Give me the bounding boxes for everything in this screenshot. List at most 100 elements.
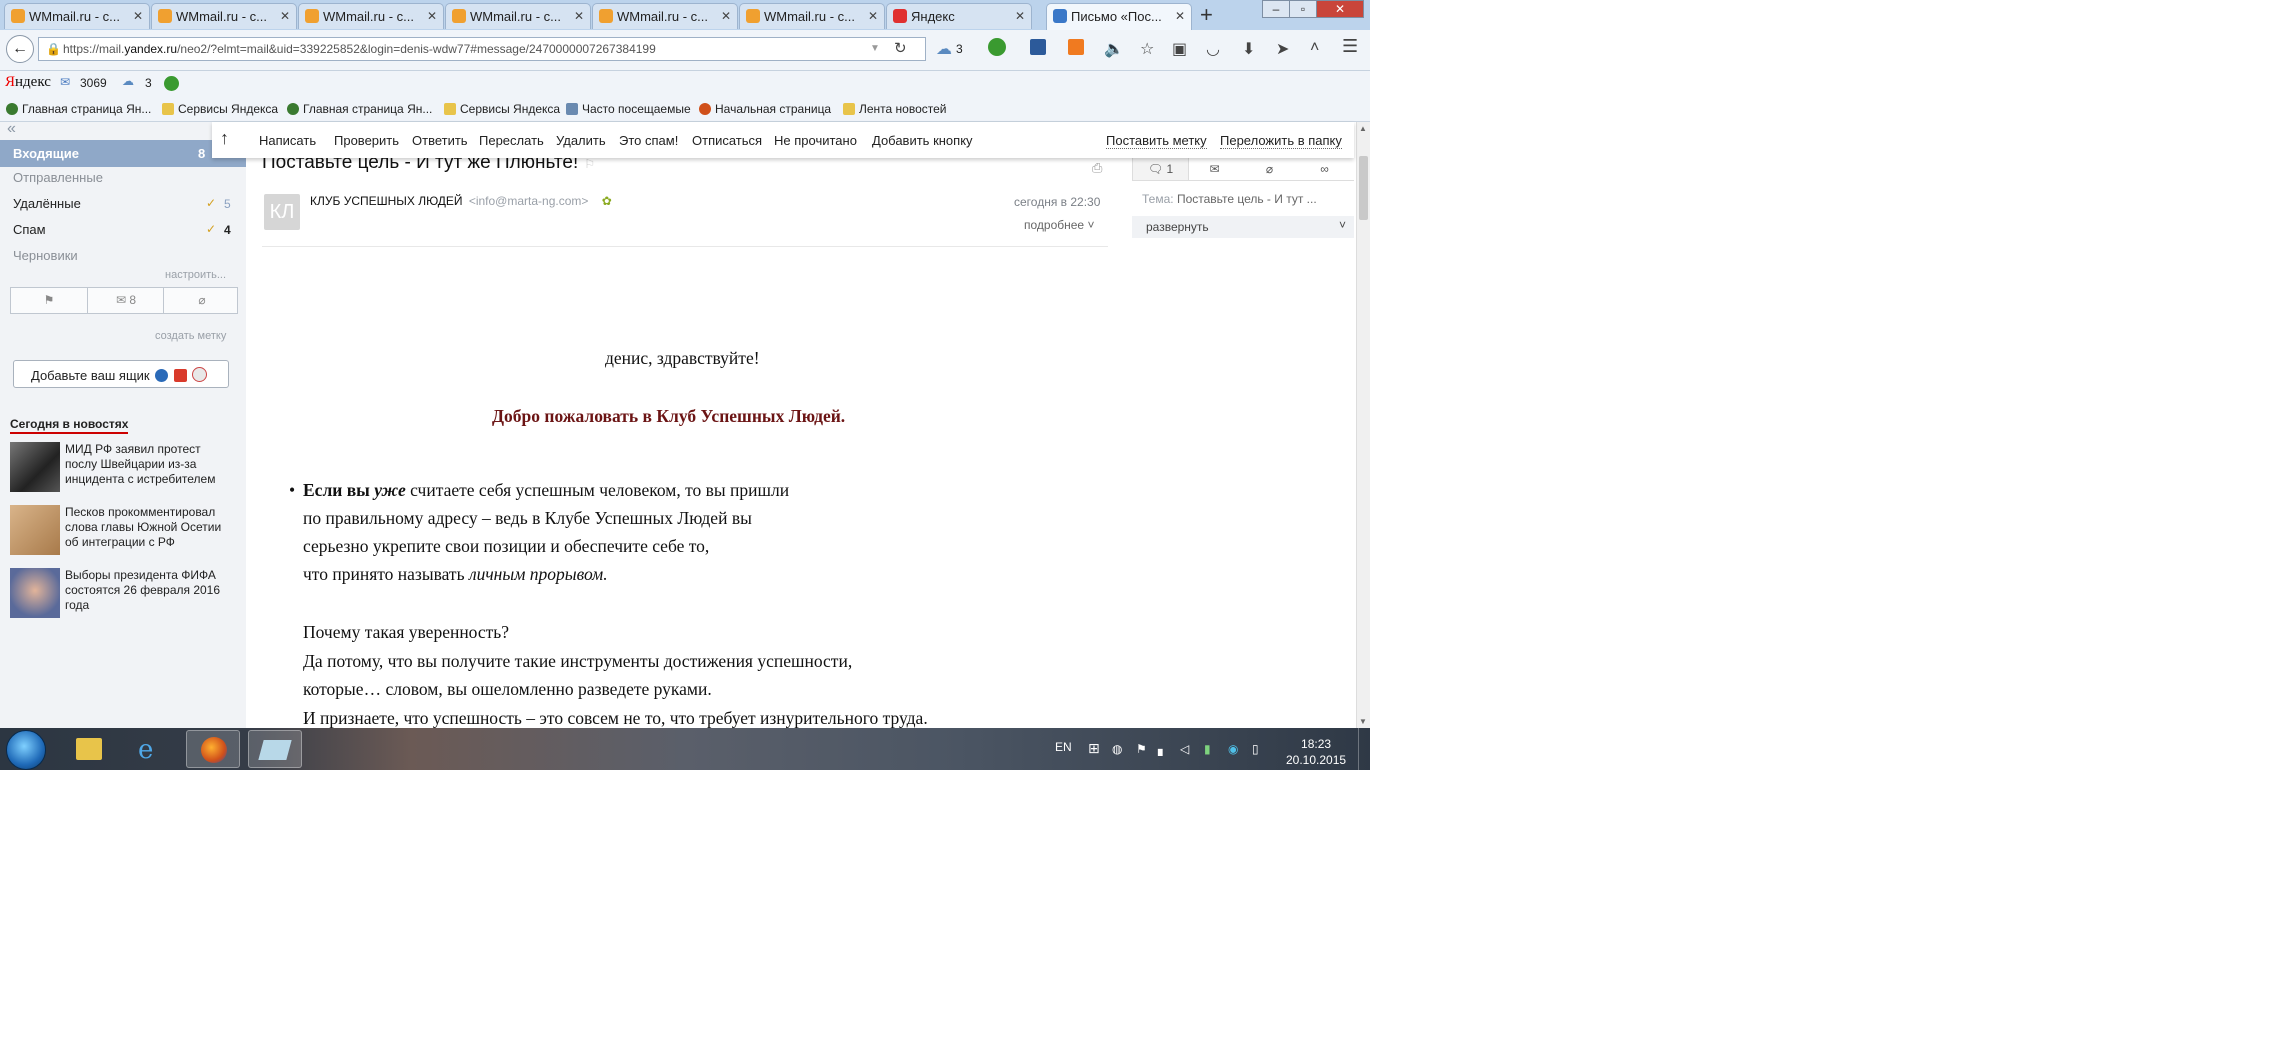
- news-item[interactable]: МИД РФ заявил протест послу Швейцарии из…: [10, 442, 238, 496]
- links-tab[interactable]: ∞: [1297, 158, 1352, 180]
- close-tab-icon[interactable]: ✕: [427, 9, 437, 23]
- bookmark-item[interactable]: Часто посещаемые: [566, 102, 691, 116]
- browser-tab-active[interactable]: Письмо «Пос... ✕: [1046, 3, 1192, 30]
- mark-unread-button[interactable]: Не прочитано: [774, 133, 857, 148]
- window-close-button[interactable]: ✕: [1316, 0, 1364, 18]
- attachments-tab[interactable]: ⌀: [1242, 158, 1297, 180]
- network-globe-icon[interactable]: ◍: [1112, 742, 1122, 756]
- show-desktop-button[interactable]: [1358, 728, 1370, 770]
- browser-tab[interactable]: WMmail.ru - с... ✕: [298, 3, 444, 29]
- scrollbar-thumb[interactable]: [1359, 156, 1368, 220]
- chevron-up-icon[interactable]: ˄: [1310, 39, 1319, 57]
- flag-icon[interactable]: ⚐: [584, 157, 595, 171]
- forward-button[interactable]: Переслать: [479, 133, 544, 148]
- check-mail-button[interactable]: Проверить: [334, 133, 399, 148]
- move-to-folder-button[interactable]: Переложить в папку: [1220, 133, 1342, 149]
- news-heading[interactable]: Сегодня в новостях: [10, 417, 129, 434]
- tray-window-icon[interactable]: ▯: [1252, 742, 1259, 756]
- tray-green-icon[interactable]: ▮: [1204, 742, 1211, 756]
- scroll-up-arrow-icon[interactable]: ▲: [1359, 124, 1367, 133]
- language-indicator[interactable]: EN: [1055, 740, 1072, 754]
- folder-trash[interactable]: Удалённые: [13, 196, 81, 211]
- back-button[interactable]: ←: [6, 35, 34, 63]
- compose-button[interactable]: Написать: [259, 133, 316, 148]
- folder-inbox[interactable]: Входящие 8: [0, 140, 246, 167]
- addon-orange-icon[interactable]: [1068, 39, 1084, 55]
- send-icon[interactable]: ➤: [1276, 39, 1289, 59]
- scroll-up-button[interactable]: ↑: [220, 128, 229, 149]
- url-dropdown-icon[interactable]: ▼: [870, 43, 880, 54]
- set-label-button[interactable]: Поставить метку: [1106, 133, 1207, 149]
- expand-button[interactable]: развернуть ˅: [1132, 216, 1354, 238]
- details-link[interactable]: подробнее ˅: [1024, 218, 1094, 232]
- browser-tab[interactable]: WMmail.ru - с... ✕: [4, 3, 150, 29]
- folder-drafts[interactable]: Черновики: [13, 248, 78, 263]
- bookmark-item[interactable]: Сервисы Яндекса: [162, 102, 278, 116]
- bookmark-item[interactable]: Главная страница Ян...: [287, 102, 432, 116]
- close-tab-icon[interactable]: ✕: [868, 9, 878, 23]
- ie-taskbar-button[interactable]: e: [124, 730, 178, 768]
- download-icon[interactable]: ⬇: [1242, 39, 1255, 59]
- clear-spam-icon[interactable]: ✓: [206, 222, 216, 236]
- close-tab-icon[interactable]: ✕: [574, 9, 584, 23]
- attachments-filter-button[interactable]: ⌀: [163, 288, 240, 313]
- news-item[interactable]: Выборы президента ФИФА состоятся 26 февр…: [10, 568, 238, 622]
- print-icon[interactable]: ⎙: [1092, 160, 1102, 176]
- weather-icon[interactable]: ☁: [122, 74, 134, 88]
- folder-sent[interactable]: Отправленные: [13, 170, 103, 185]
- bookmark-star-icon[interactable]: ☆: [1140, 39, 1154, 59]
- bookmark-item[interactable]: Главная страница Ян...: [6, 102, 151, 116]
- flagged-filter-button[interactable]: ⚑: [11, 288, 87, 313]
- close-tab-icon[interactable]: ✕: [133, 9, 143, 23]
- url-bar[interactable]: 🔒 https://mail.yandex.ru/neo2/?elmt=mail…: [38, 37, 926, 61]
- close-tab-icon[interactable]: ✕: [1015, 9, 1025, 23]
- folder-spam[interactable]: Спам: [13, 222, 46, 237]
- minimize-button[interactable]: –: [1262, 0, 1290, 18]
- scroll-down-arrow-icon[interactable]: ▼: [1359, 717, 1367, 726]
- traffic-icon[interactable]: [164, 76, 179, 91]
- addon-blue-icon[interactable]: [1030, 39, 1046, 55]
- browser-tab[interactable]: WMmail.ru - с... ✕: [151, 3, 297, 29]
- yandex-logo[interactable]: Яндекс: [5, 74, 51, 91]
- windows-icon[interactable]: ⊞: [1088, 740, 1100, 757]
- speaker-icon[interactable]: 🔈: [1104, 39, 1124, 59]
- add-button-button[interactable]: Добавить кнопку: [872, 133, 973, 148]
- menu-icon[interactable]: ☰: [1342, 36, 1358, 57]
- new-tab-button[interactable]: +: [1200, 2, 1213, 28]
- maximize-button[interactable]: ▫: [1289, 0, 1317, 18]
- mail-tab[interactable]: ✉: [1187, 158, 1242, 180]
- unsubscribe-button[interactable]: Отписаться: [692, 133, 762, 148]
- addon-green-icon[interactable]: [988, 38, 1006, 56]
- settings-link[interactable]: настроить...: [165, 269, 226, 281]
- firefox-taskbar-button[interactable]: [186, 730, 240, 768]
- news-item[interactable]: Песков прокомментировал слова главы Южно…: [10, 505, 238, 559]
- browser-tab[interactable]: WMmail.ru - с... ✕: [445, 3, 591, 29]
- reload-icon[interactable]: ↻: [894, 39, 907, 57]
- clipboard-icon[interactable]: ▣: [1172, 39, 1187, 59]
- mail-icon[interactable]: ✉: [60, 75, 70, 89]
- clear-trash-icon[interactable]: ✓: [206, 196, 216, 210]
- volume-icon[interactable]: ◁: [1180, 742, 1189, 756]
- reply-button[interactable]: Ответить: [412, 133, 468, 148]
- close-tab-icon[interactable]: ✕: [1175, 9, 1185, 23]
- weather-icon[interactable]: ☁: [936, 39, 952, 59]
- collapse-sidebar-icon[interactable]: «: [7, 120, 16, 138]
- close-tab-icon[interactable]: ✕: [721, 9, 731, 23]
- browser-tab[interactable]: Яндекс ✕: [886, 3, 1032, 29]
- bookmark-item[interactable]: Сервисы Яндекса: [444, 102, 560, 116]
- browser-tab[interactable]: WMmail.ru - с... ✕: [739, 3, 885, 29]
- signal-icon[interactable]: ▖: [1158, 742, 1167, 756]
- close-tab-icon[interactable]: ✕: [280, 9, 290, 23]
- browser-tab[interactable]: WMmail.ru - с... ✕: [592, 3, 738, 29]
- system-clock[interactable]: 18:23 20.10.2015: [1286, 736, 1346, 768]
- page-scrollbar[interactable]: ▲ ▼: [1356, 122, 1370, 728]
- create-label-link[interactable]: создать метку: [155, 330, 226, 342]
- flag-icon[interactable]: ⚑: [1136, 742, 1147, 756]
- sender-info[interactable]: КЛУБ УСПЕШНЫХ ЛЮДЕЙ <info@marta-ng.com> …: [310, 194, 612, 208]
- spam-button[interactable]: Это спам!: [619, 133, 678, 148]
- bookmark-item[interactable]: Начальная страница: [699, 102, 831, 116]
- thread-tab[interactable]: 🗨 1: [1132, 158, 1189, 180]
- add-mailbox-button[interactable]: Добавьте ваш ящик: [13, 360, 229, 388]
- bookmark-item[interactable]: Лента новостей: [843, 102, 947, 116]
- unread-filter-button[interactable]: ✉ 8: [87, 288, 164, 313]
